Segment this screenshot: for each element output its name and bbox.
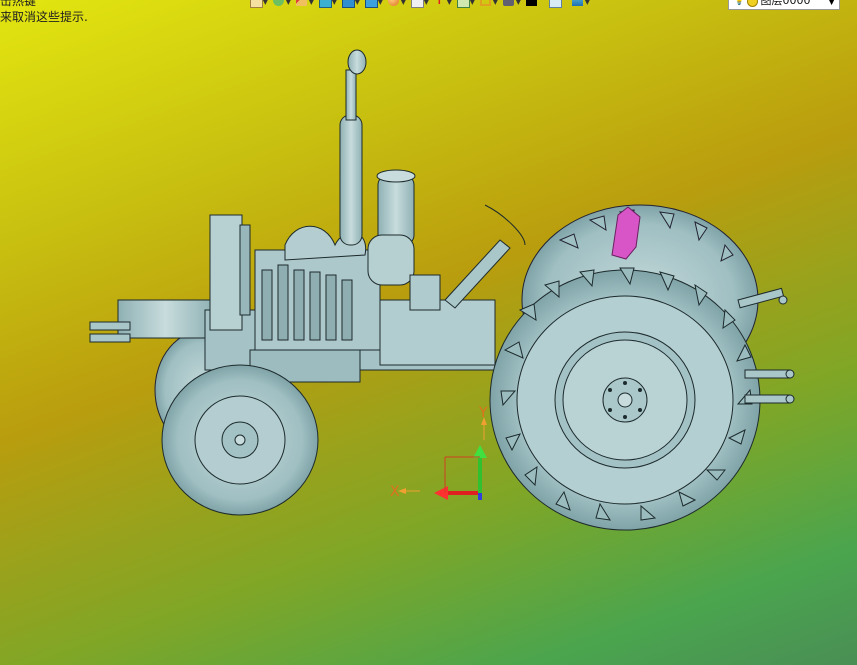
render-button[interactable]: ▼ — [386, 0, 406, 9]
color-button[interactable] — [524, 0, 544, 9]
cad-viewport[interactable]: X Y 击热键 来取消这些提示. ▼ ▼ ▼ ▼ ▼ ▼ ▼ ▼ ✛ ▼ ▼ ▼ … — [0, 0, 857, 665]
snap-point-icon: ✛ — [434, 0, 445, 8]
pencil-button[interactable]: ▼ — [294, 0, 314, 9]
radiator — [209, 214, 251, 331]
steering — [409, 204, 526, 311]
new-file-icon — [250, 0, 263, 8]
solid-box-button[interactable]: ▼ — [317, 0, 337, 9]
cube-view-icon — [342, 0, 355, 8]
new-file-button[interactable]: ▼ — [248, 0, 268, 9]
frame-button[interactable]: ▼ — [478, 0, 498, 9]
axis-x-label: X — [390, 484, 400, 500]
axis-y-label: Y — [478, 405, 488, 421]
render-sphere-icon — [388, 0, 399, 6]
view-toolbar: ▼ ▼ ▼ ▼ ▼ ▼ ▼ ▼ ✛ ▼ ▼ ▼ ▼ ▼ — [248, 0, 590, 9]
sun-icon — [747, 0, 759, 7]
engine — [254, 225, 381, 351]
paper-button[interactable] — [547, 0, 567, 9]
shaded-view-icon — [365, 0, 378, 8]
rear-near-wheel — [489, 267, 761, 531]
layer-select-label: 图层0000 — [760, 0, 811, 7]
frame-icon — [480, 0, 491, 6]
layers-button[interactable]: ▼ — [271, 0, 291, 9]
color-swatch-icon — [526, 0, 537, 6]
sheet-button[interactable]: ▼ — [455, 0, 475, 9]
snap-point-button[interactable]: ✛ ▼ — [432, 0, 452, 9]
air-filter — [367, 169, 416, 286]
layers-icon — [273, 0, 284, 6]
hint-text-line1: 击热键 — [0, 0, 37, 8]
sheet-icon — [457, 0, 470, 8]
document-button[interactable]: ▼ — [409, 0, 429, 9]
exhaust-pipe — [339, 49, 367, 246]
lightbulb-icon: 💡 — [733, 0, 746, 6]
document-icon — [411, 0, 424, 8]
hint-text-line2: 来取消这些提示. — [0, 10, 88, 24]
front-near-wheel — [161, 364, 319, 516]
layer-select[interactable]: 💡 图层0000 ▼ — [728, 0, 840, 10]
pencil-icon — [296, 0, 307, 6]
layer-stack-button[interactable]: ▼ — [570, 0, 590, 9]
shaded-view-button[interactable]: ▼ — [363, 0, 383, 9]
tractor-model[interactable]: X Y — [0, 0, 857, 665]
cube-view-button[interactable]: ▼ — [340, 0, 360, 9]
layer-stack-icon — [572, 0, 583, 6]
chevron-down-icon: ▼ — [828, 0, 835, 7]
display-button[interactable]: ▼ — [501, 0, 521, 9]
solid-box-icon — [319, 0, 332, 8]
display-icon — [503, 0, 514, 6]
axis-triad: X Y — [390, 405, 488, 500]
paper-icon — [549, 0, 562, 8]
